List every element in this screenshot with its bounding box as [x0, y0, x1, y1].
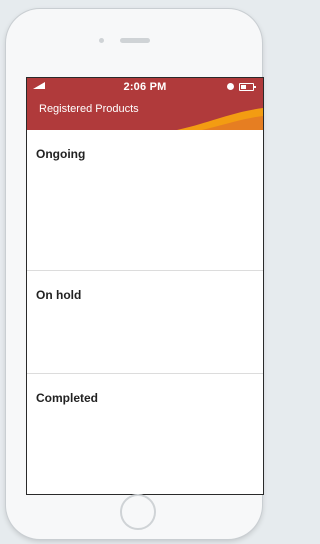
section-ongoing[interactable]: Ongoing [27, 130, 263, 271]
section-label: Ongoing [36, 147, 86, 161]
app-header: 2:06 PM Registered Products [27, 78, 263, 130]
app-screen: 2:06 PM Registered Products Ongoing On h… [26, 77, 264, 495]
battery-icon [239, 83, 256, 91]
section-label: Completed [36, 391, 99, 405]
section-completed[interactable]: Completed [27, 374, 263, 494]
front-camera [99, 38, 104, 43]
home-button[interactable] [120, 494, 156, 530]
earpiece-speaker [120, 38, 150, 43]
section-label: On hold [36, 288, 82, 302]
alarm-icon [227, 83, 234, 90]
page-title: Registered Products [39, 103, 139, 115]
status-bar: 2:06 PM [27, 78, 263, 96]
section-on-hold[interactable]: On hold [27, 271, 263, 374]
phone-frame: 2:06 PM Registered Products Ongoing On h… [6, 9, 264, 539]
